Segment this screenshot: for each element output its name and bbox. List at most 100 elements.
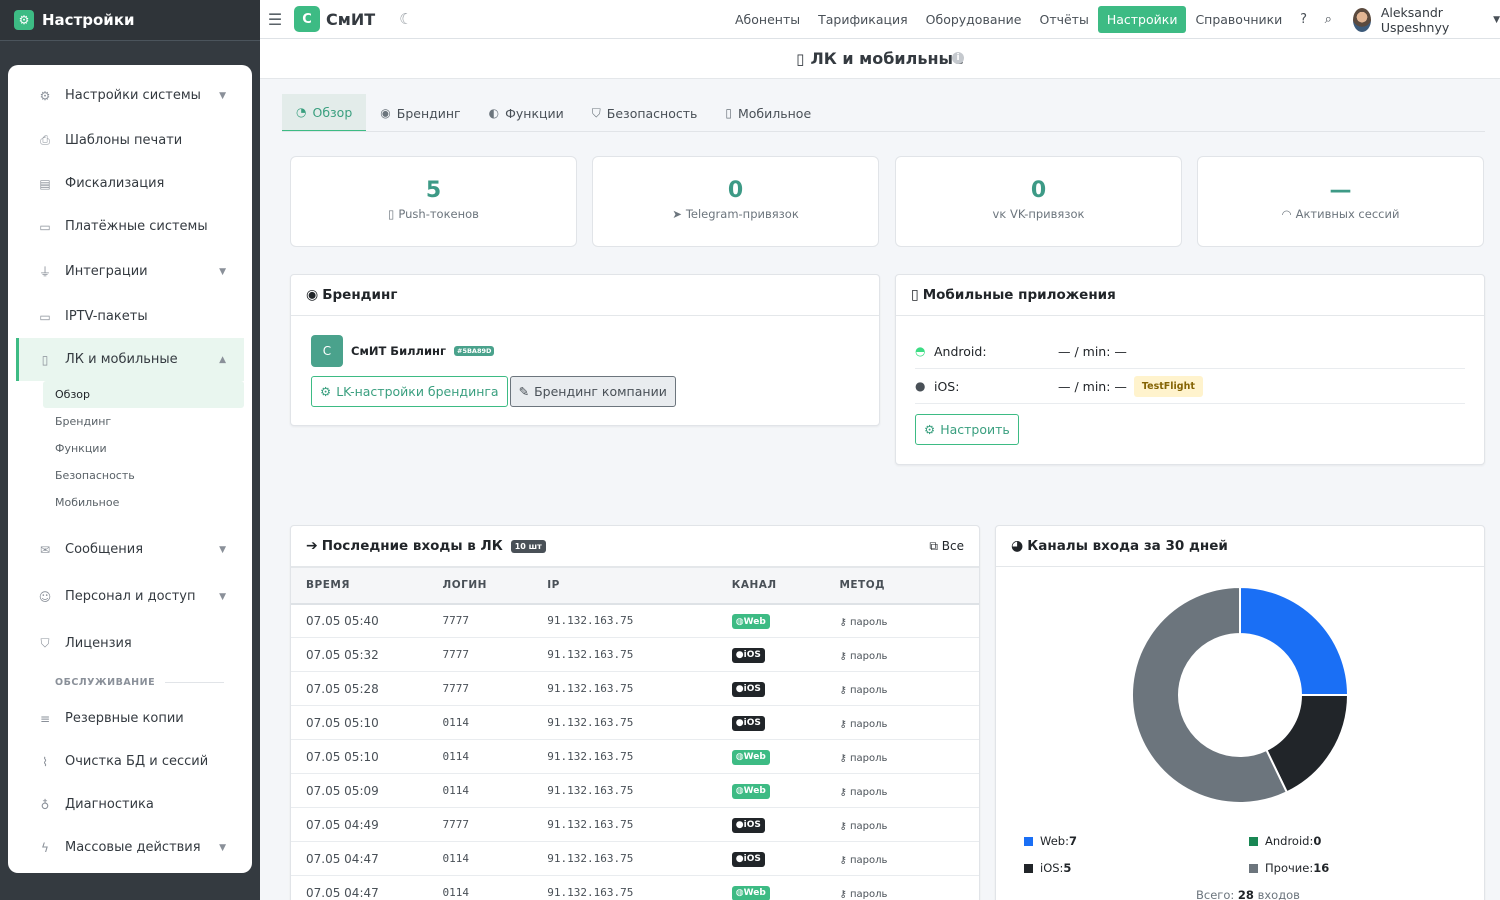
table-row[interactable]: 07.05 05:10 0114 91.132.163.75 ◍ Web ⚷ парол… (291, 739, 979, 774)
stat-label: ▯ Push-токенов (291, 207, 576, 221)
dark-mode-moon-icon[interactable]: ☾ (399, 10, 412, 28)
login-time: 07.05 05:28 (291, 671, 443, 706)
sidebar-item[interactable]: ▤ Фискализация (16, 162, 244, 205)
login-channel: ◍ Web (731, 773, 840, 808)
login-method: ⚷ пароль (839, 773, 979, 808)
login-method: ⚷ пароль (839, 807, 979, 842)
sidebar: ⚙ Настройки ⚙ Настройки системы ▼ ⎙ Шаблоны … (0, 0, 260, 900)
legend-item[interactable]: Android: 0 (1249, 834, 1321, 848)
table-row[interactable]: 07.05 05:10 0114 91.132.163.75 ● iOS ⚷ парол… (291, 705, 979, 740)
tab-0[interactable]: ◔ Обзор (282, 94, 367, 132)
lk-branding-settings-button[interactable]: ⚙ LK-настройки брендинга (311, 376, 508, 407)
sidebar-subitem[interactable]: Брендинг (43, 408, 244, 435)
column-header: ВРЕМЯ (291, 567, 443, 605)
sidebar-item[interactable]: ϟ Массовые действия ▼ (16, 826, 244, 869)
sidebar-item[interactable]: ♁ Диагностика (16, 783, 244, 826)
sidebar-item[interactable]: ⌇ Очистка БД и сессий (16, 740, 244, 783)
method: ⚷ пароль (839, 651, 887, 662)
sidebar-item[interactable]: ≡ Резервные копии (16, 697, 244, 740)
company-branding-button[interactable]: ✎ Брендинг компании (509, 376, 676, 407)
total-value: 28 (1237, 888, 1254, 900)
table-row[interactable]: 07.05 04:47 0114 91.132.163.75 ◍ Web ⚷ парол… (291, 875, 979, 900)
legend-item[interactable]: Прочие: 16 (1249, 861, 1329, 875)
topnav-item[interactable]: Настройки (1097, 6, 1187, 33)
login-user: 0114 (442, 841, 548, 876)
table-row[interactable]: 07.05 05:28 7777 91.132.163.75 ● iOS ⚷ парол… (291, 671, 979, 706)
sidebar-item[interactable]: ☺ Персонал и доступ ▼ (16, 573, 244, 620)
sidebar-item[interactable]: ▯ ЛК и мобильные ▲ (16, 338, 244, 381)
sidebar-subitem[interactable]: Мобильное (43, 489, 244, 516)
info-icon[interactable]: i (952, 52, 964, 64)
stat-value: 5 (425, 178, 442, 203)
donut-slice-web[interactable] (1239, 585, 1350, 696)
legend-label: Android (1265, 834, 1310, 848)
search-icon[interactable]: ⌕ (1316, 12, 1341, 27)
sidebar-item[interactable]: ⚙ Настройки системы ▼ (16, 72, 244, 119)
table-row[interactable]: 07.05 05:40 7777 91.132.163.75 ◍ Web ⚷ парол… (291, 603, 979, 638)
channel-badge: ◍ Web (731, 885, 770, 900)
table-row[interactable]: 07.05 05:09 0114 91.132.163.75 ◍ Web ⚷ парол… (291, 773, 979, 808)
sidebar-item[interactable]: ✉ Сообщения ▼ (16, 526, 244, 573)
app-logo[interactable]: С (294, 6, 320, 32)
mobile-icon: ▯ (725, 106, 732, 120)
chevron-down-icon: ▼ (219, 842, 226, 853)
topnav-item[interactable]: Тарификация (809, 6, 917, 33)
brand-logo-preview: С (311, 335, 343, 367)
configure-button[interactable]: ⚙ Настроить (915, 414, 1019, 445)
sidebar-subitem[interactable]: Безопасность (43, 462, 244, 489)
sidebar-subitem[interactable]: Обзор (43, 381, 244, 408)
tab-2[interactable]: ◐ Функции (475, 94, 578, 132)
legend-item[interactable]: Web: 7 (1024, 834, 1077, 848)
sidebar-item-label: Персонал и доступ (65, 589, 196, 604)
mobile-icon: ▯ (911, 287, 919, 303)
tab-label: Обзор (312, 104, 353, 120)
method-label: пароль (849, 888, 888, 900)
topnav-item[interactable]: Абоненты (726, 6, 809, 33)
sidebar-menu: ⚙ Настройки системы ▼ ⎙ Шаблоны печати ▤ Фиска… (8, 65, 252, 873)
stat-label-text: Активных сессий (1295, 207, 1400, 221)
mobile-icon: ▯ (388, 207, 395, 221)
tab-4[interactable]: ▯ Мобильное (711, 94, 825, 132)
android-label: Android: (934, 343, 987, 359)
menu-toggle-icon[interactable]: ☰ (264, 10, 286, 29)
envelope-icon: ✉ (39, 542, 51, 557)
login-ip: 91.132.163.75 (547, 671, 732, 706)
topnav-item[interactable]: Оборудование (917, 6, 1031, 33)
sidebar-subitem[interactable]: Функции (43, 435, 244, 462)
login-user: 7777 (442, 603, 548, 638)
branding-card: ◉ Брендинг С СмИТ Биллинг #5BA89D ⚙ LK-н… (290, 274, 880, 426)
login-channel: ● iOS (731, 671, 840, 706)
table-row[interactable]: 07.05 04:49 7777 91.132.163.75 ● iOS ⚷ парол… (291, 807, 979, 842)
stat-label-text: Telegram-привязок (685, 207, 799, 221)
help-icon[interactable]: ? (1291, 12, 1316, 27)
total-label: Всего: (1196, 888, 1235, 900)
login-time: 07.05 05:09 (291, 773, 443, 808)
topnav-item[interactable]: Отчёты (1030, 6, 1097, 33)
globe-icon: ◍ (735, 616, 744, 627)
legend-item[interactable]: iOS: 5 (1024, 861, 1071, 875)
table-row[interactable]: 07.05 05:32 7777 91.132.163.75 ● iOS ⚷ парол… (291, 637, 979, 672)
all-logins-label: Все (941, 538, 964, 553)
stat-label: ᴠᴋ VK-привязок (896, 207, 1181, 221)
sidebar-section-label: ОБСЛУЖИВАНИЕ (55, 667, 224, 697)
legend-swatch (1249, 836, 1258, 846)
app-name[interactable]: СмИТ (326, 10, 375, 29)
login-ip: 91.132.163.75 (547, 637, 732, 672)
tab-3[interactable]: ⛉ Безопасность (578, 94, 712, 132)
method-label: пароль (849, 752, 888, 764)
sidebar-item[interactable]: ⎙ Шаблоны печати (16, 119, 244, 162)
channel-badge: ● iOS (731, 647, 765, 663)
sidebar-brand[interactable]: ⚙ Настройки (0, 0, 260, 41)
tab-1[interactable]: ◉ Брендинг (366, 94, 474, 132)
tab-label: Мобильное (738, 105, 812, 121)
sidebar-item[interactable]: ▭ IPTV-пакеты (16, 295, 244, 338)
sidebar-item[interactable]: ⏚ Интеграции ▼ (16, 248, 244, 295)
sidebar-item[interactable]: ⛉ Лицензия (16, 620, 244, 667)
tab-label: Безопасность (606, 105, 698, 121)
table-row[interactable]: 07.05 04:47 0114 91.132.163.75 ● iOS ⚷ парол… (291, 841, 979, 876)
user-menu[interactable]: Aleksandr Uspeshnyy ▼ (1352, 5, 1500, 35)
channel-badge: ◍ Web (731, 783, 770, 799)
sidebar-item[interactable]: ▭ Платёжные системы (16, 205, 244, 248)
topnav-item[interactable]: Справочники (1186, 6, 1291, 33)
all-logins-link[interactable]: ⧉ Все (929, 539, 964, 554)
